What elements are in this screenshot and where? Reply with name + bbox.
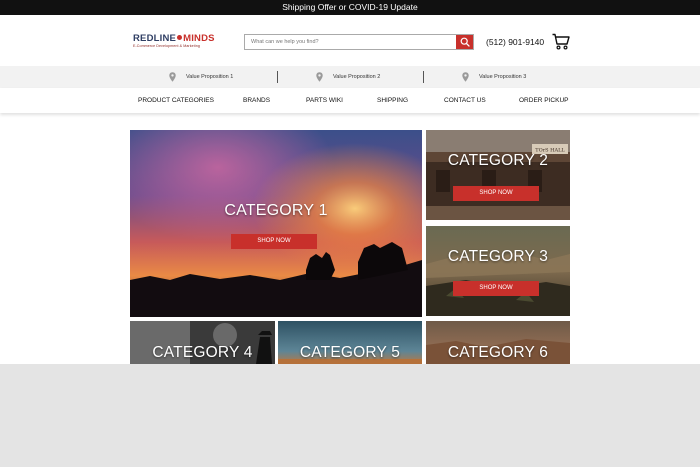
nav-product-categories[interactable]: PRODUCT CATEGORIES: [138, 97, 214, 104]
value-prop-3: Value Proposition 3: [462, 72, 526, 82]
value-prop-label: Value Proposition 2: [333, 74, 381, 80]
map-pin-icon: [316, 72, 323, 82]
logo-word-left: REDLINE: [133, 33, 177, 44]
value-proposition-bar: Value Proposition 1 Value Proposition 2 …: [0, 66, 700, 88]
category-tile-6[interactable]: CATEGORY 6: [426, 321, 570, 364]
logo-tagline: E-Commerce Development & Marketing: [133, 44, 200, 48]
search-box: [244, 34, 474, 50]
category-tile-2[interactable]: TOrS HALL CATEGORY 2 SHOP NOW: [426, 130, 570, 220]
category-title: CATEGORY 6: [447, 344, 549, 361]
category-title: CATEGORY 4: [152, 344, 253, 361]
category-tile-3[interactable]: CATEGORY 3 SHOP NOW: [426, 226, 570, 316]
value-prop-2: Value Proposition 2: [316, 72, 380, 82]
category-title: CATEGORY 1: [224, 202, 328, 219]
category-title: CATEGORY 2: [447, 152, 549, 169]
old-west-saloon-image: TOrS HALL: [426, 130, 570, 220]
nav-contact-us[interactable]: CONTACT US: [444, 97, 486, 104]
value-prop-1: Value Proposition 1: [169, 72, 233, 82]
announcement-bar[interactable]: Shipping Offer or COVID-19 Update: [0, 0, 700, 15]
value-prop-label: Value Proposition 3: [479, 74, 527, 80]
value-prop-label: Value Proposition 1: [186, 74, 234, 80]
announcement-text[interactable]: Shipping Offer or COVID-19 Update: [282, 2, 417, 12]
badlands-landscape-image: [426, 226, 570, 316]
nav-brands[interactable]: BRANDS: [243, 97, 270, 104]
category-tile-5[interactable]: CATEGORY 5: [278, 321, 422, 364]
site-logo[interactable]: REDLINE MINDS E-Commerce Development & Ma…: [133, 33, 221, 51]
search-icon: [460, 37, 470, 47]
category-tile-1[interactable]: CATEGORY 1 SHOP NOW: [130, 130, 422, 317]
sunset-cowboys-image: [130, 130, 422, 317]
cart-button[interactable]: [552, 33, 570, 50]
nav-parts-wiki[interactable]: PARTS WIKI: [306, 97, 343, 104]
nav-order-pickup[interactable]: ORDER PICKUP: [519, 97, 568, 104]
shop-now-button[interactable]: SHOP NOW: [453, 186, 539, 201]
search-input[interactable]: [245, 35, 457, 49]
category-title: CATEGORY 5: [299, 344, 401, 361]
map-pin-icon: [462, 72, 469, 82]
phone-number[interactable]: (512) 901-9140: [486, 37, 544, 47]
page: Shipping Offer or COVID-19 Update REDLIN…: [0, 0, 700, 364]
shop-now-button[interactable]: SHOP NOW: [453, 281, 539, 296]
divider: [423, 71, 424, 83]
shopping-cart-icon: [552, 33, 570, 50]
search-button[interactable]: [456, 35, 473, 49]
logo-dot-icon: [177, 35, 183, 41]
category-tile-4[interactable]: CATEGORY 4: [130, 321, 275, 364]
divider: [277, 71, 278, 83]
category-title: CATEGORY 3: [447, 248, 549, 265]
map-pin-icon: [169, 72, 176, 82]
main-nav: PRODUCT CATEGORIES BRANDS PARTS WIKI SHI…: [0, 88, 700, 113]
shop-now-button[interactable]: SHOP NOW: [231, 234, 317, 249]
logo-word-right: MINDS: [183, 33, 215, 44]
nav-shipping[interactable]: SHIPPING: [377, 97, 408, 104]
